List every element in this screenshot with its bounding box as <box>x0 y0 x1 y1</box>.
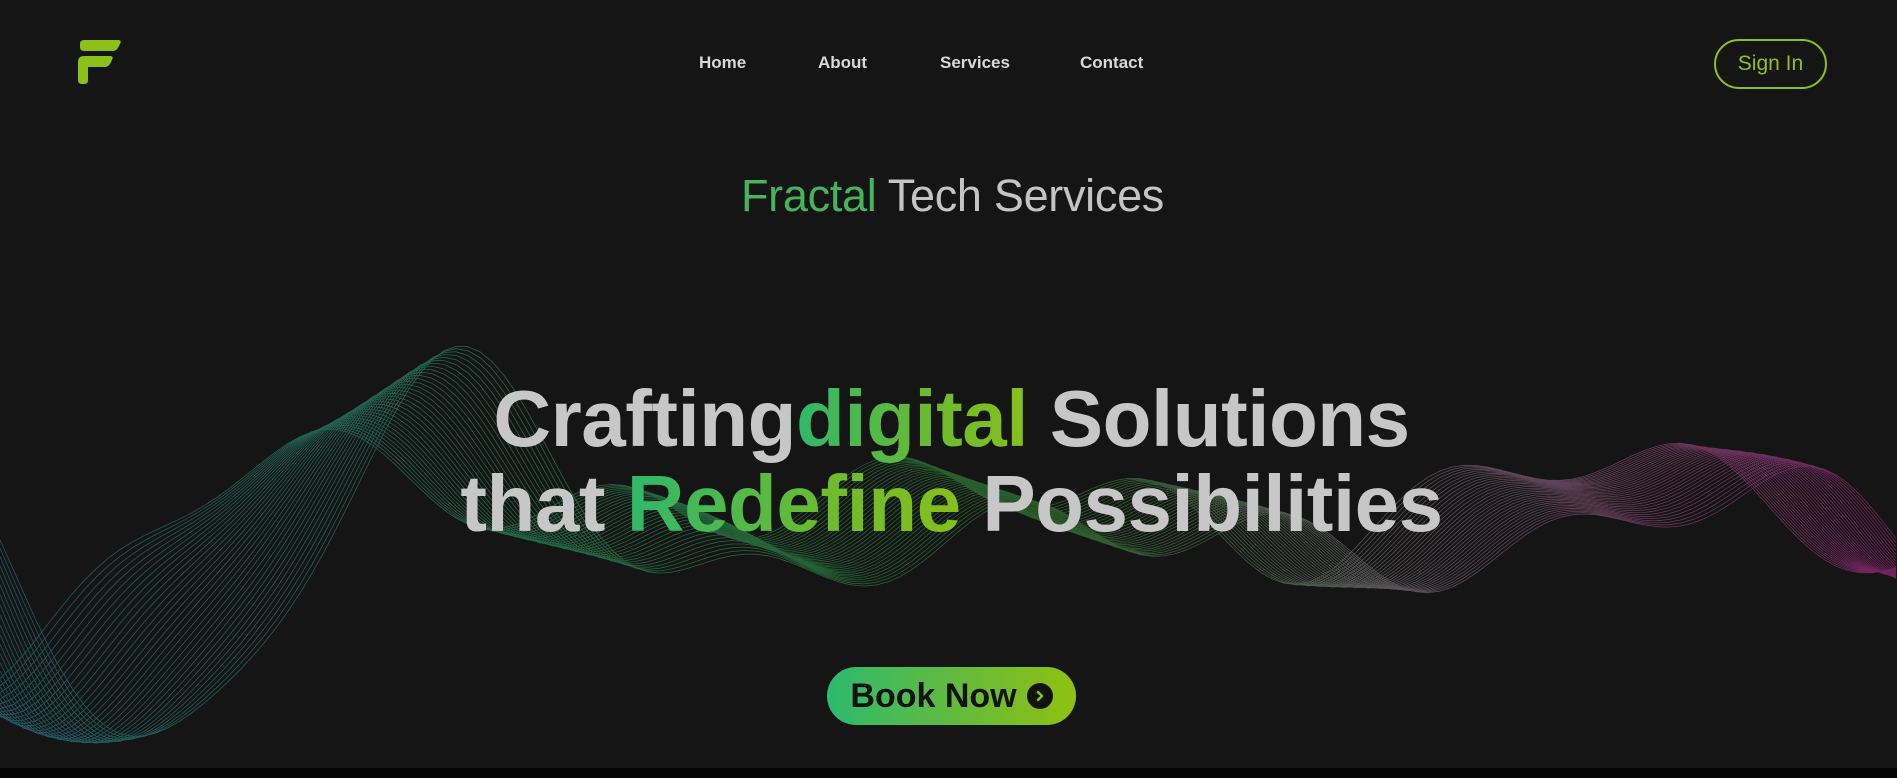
headline-accent-redefine: Redefine <box>626 459 961 548</box>
main-nav: Home About Services Contact <box>0 53 1897 73</box>
nav-contact[interactable]: Contact <box>1080 53 1143 73</box>
headline-accent-digital: digital <box>795 374 1029 463</box>
nav-home[interactable]: Home <box>699 53 746 73</box>
bottom-bar <box>0 768 1897 778</box>
headline-word-solutions: Solutions <box>1049 374 1410 463</box>
brand-accent: Fractal <box>740 170 877 221</box>
nav-about[interactable]: About <box>818 53 867 73</box>
sign-in-button[interactable]: Sign In <box>1714 39 1827 89</box>
headline-line-1: Craftingdigital Solutions <box>493 374 1410 463</box>
nav-services[interactable]: Services <box>940 53 1010 73</box>
headline-line-2: that Redefine Possibilities <box>460 459 1443 548</box>
book-now-label: Book Now <box>850 676 1017 715</box>
hero-headline: Craftingdigital Solutions that Redefine … <box>0 376 1897 546</box>
headline-word-crafting: Crafting <box>493 374 796 463</box>
headline-word-possibilities: Possibilities <box>982 459 1443 548</box>
chevron-right-circle-icon <box>1026 683 1053 709</box>
brand-title: Fractal Tech Services <box>0 170 1897 222</box>
brand-rest: Tech Services <box>887 170 1165 221</box>
landing-page: Home About Services Contact Sign In Frac… <box>0 0 1897 778</box>
headline-word-that: that <box>460 459 605 548</box>
book-now-button[interactable]: Book Now <box>827 667 1076 725</box>
